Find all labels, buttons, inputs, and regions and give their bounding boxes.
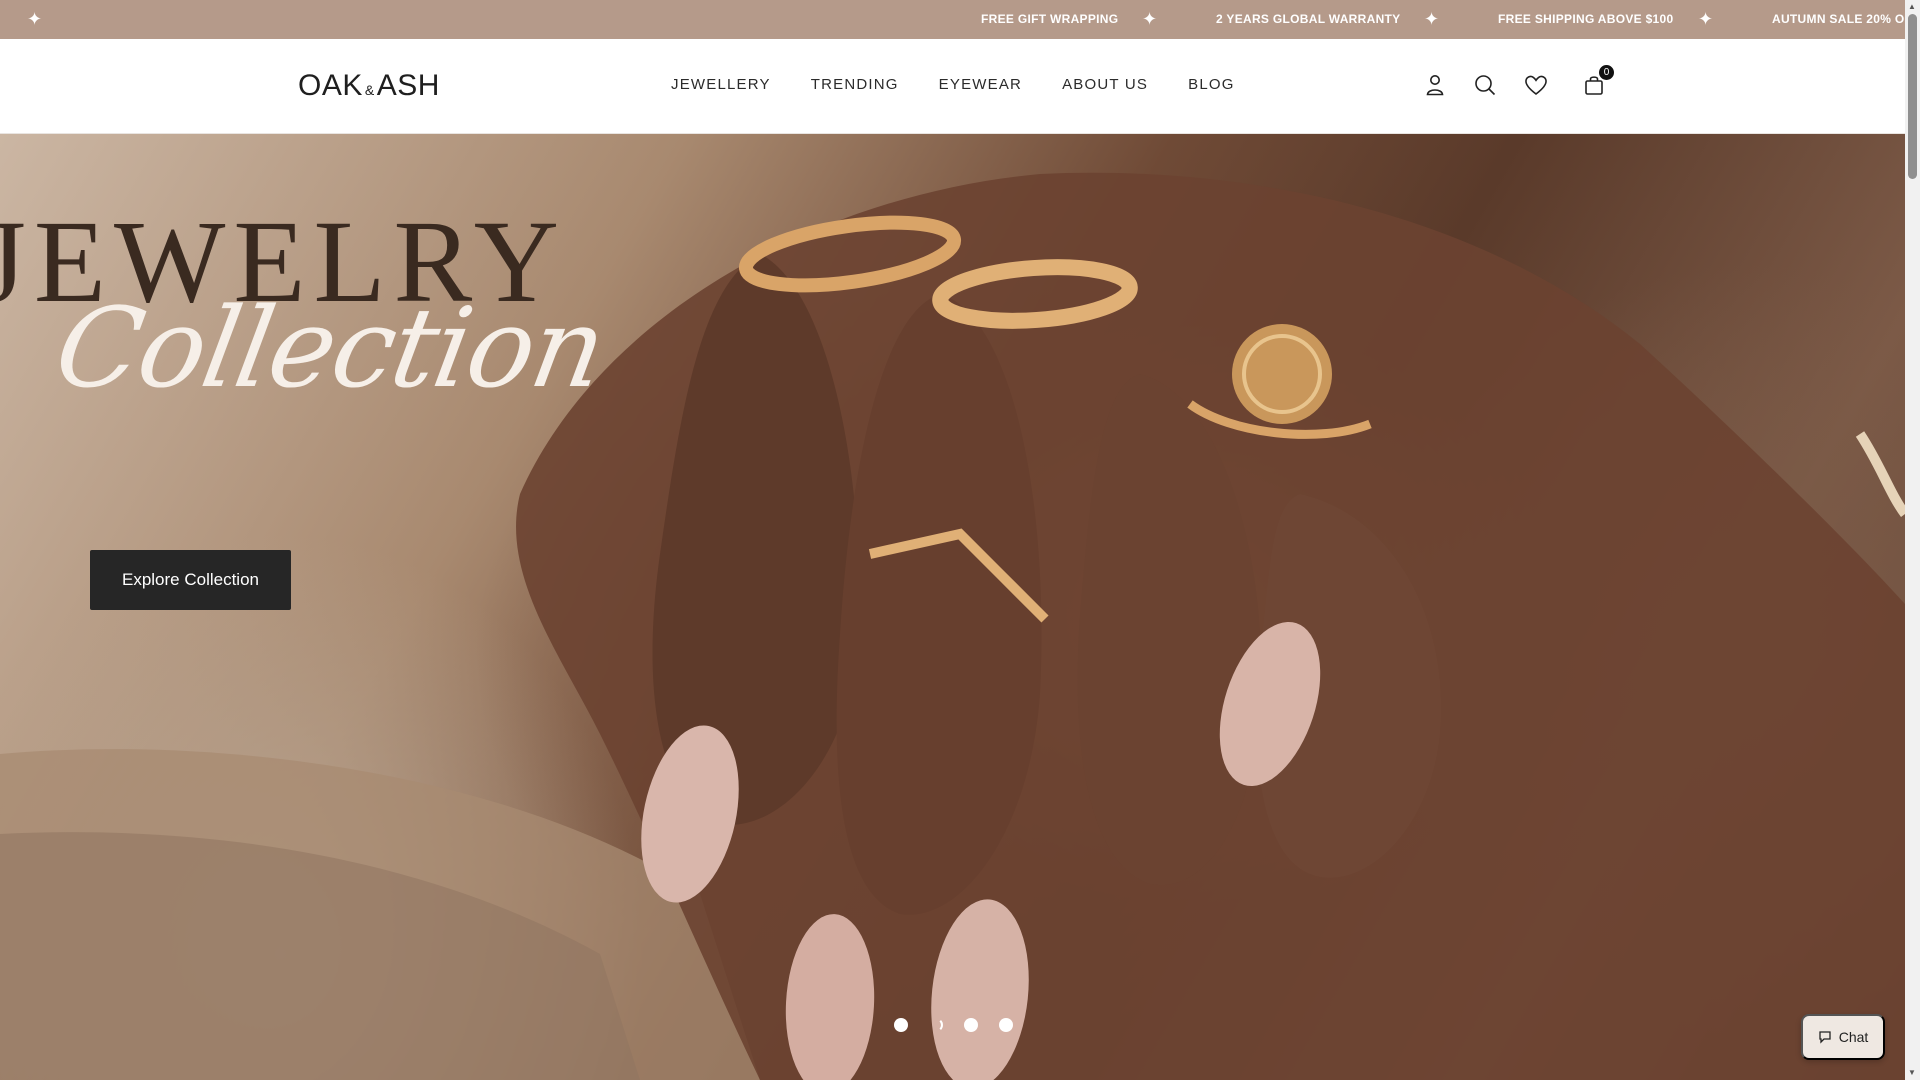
announcement-message: FREE GIFT WRAPPING xyxy=(981,12,1119,26)
slide-dot-1[interactable] xyxy=(894,1018,908,1032)
cart-count-badge: 0 xyxy=(1599,65,1614,80)
sparkle-icon: ✦ xyxy=(27,9,43,29)
wishlist-heart-icon[interactable] xyxy=(1522,71,1550,99)
nav-item-blog[interactable]: BLOG xyxy=(1188,76,1234,93)
account-icon[interactable] xyxy=(1421,71,1449,99)
explore-collection-button[interactable]: Explore Collection xyxy=(90,550,291,610)
chat-label: Chat xyxy=(1838,1029,1869,1045)
nav-item-trending[interactable]: TRENDING xyxy=(811,76,899,93)
slide-dot-3[interactable] xyxy=(964,1018,978,1032)
sparkle-icon: ✦ xyxy=(1142,9,1158,29)
nav-item-jewellery[interactable]: JEWELLERY xyxy=(671,76,771,93)
scroll-up-arrow-icon[interactable]: ▲ xyxy=(1908,2,1916,11)
slide-dot-4[interactable] xyxy=(999,1018,1013,1032)
brand-logo[interactable]: OAK & ASH xyxy=(298,69,440,103)
announcement-message: FREE SHIPPING ABOVE $100 xyxy=(1498,12,1674,26)
nav-item-eyewear[interactable]: EYEWEAR xyxy=(939,76,1022,93)
announcement-bar: ✦ FREE GIFT WRAPPING ✦ 2 YEARS GLOBAL WA… xyxy=(0,0,1905,39)
slide-pagination xyxy=(894,1018,1013,1032)
site-header: OAK & ASH JEWELLERY TRENDING EYEWEAR ABO… xyxy=(0,39,1905,134)
logo-text-ash: ASH xyxy=(376,69,440,102)
main-nav: JEWELLERY TRENDING EYEWEAR ABOUT US BLOG xyxy=(671,76,1235,93)
hero-banner: JEWELRY Collection Explore Collection xyxy=(0,134,1905,1080)
search-icon[interactable] xyxy=(1471,71,1499,99)
nav-item-about-us[interactable]: ABOUT US xyxy=(1062,76,1148,93)
hero-script-subtitle: Collection xyxy=(46,284,614,412)
page-scrollbar[interactable]: ▲ ▼ xyxy=(1905,0,1920,1080)
sparkle-icon: ✦ xyxy=(1698,9,1714,29)
announcement-message: AUTUMN SALE 20% OF xyxy=(1772,12,1905,26)
chat-button[interactable]: Chat xyxy=(1801,1014,1885,1060)
logo-ampersand: & xyxy=(364,82,375,98)
slide-dot-2-active[interactable] xyxy=(929,1018,943,1032)
scrollbar-thumb[interactable] xyxy=(1908,14,1917,179)
logo-text-oak: OAK xyxy=(298,69,363,102)
cart-bag-icon[interactable]: 0 xyxy=(1580,65,1614,99)
scroll-down-arrow-icon[interactable]: ▼ xyxy=(1908,1068,1916,1077)
chat-bubble-icon xyxy=(1819,1031,1831,1044)
sparkle-icon: ✦ xyxy=(1424,9,1440,29)
announcement-message: 2 YEARS GLOBAL WARRANTY xyxy=(1216,12,1401,26)
